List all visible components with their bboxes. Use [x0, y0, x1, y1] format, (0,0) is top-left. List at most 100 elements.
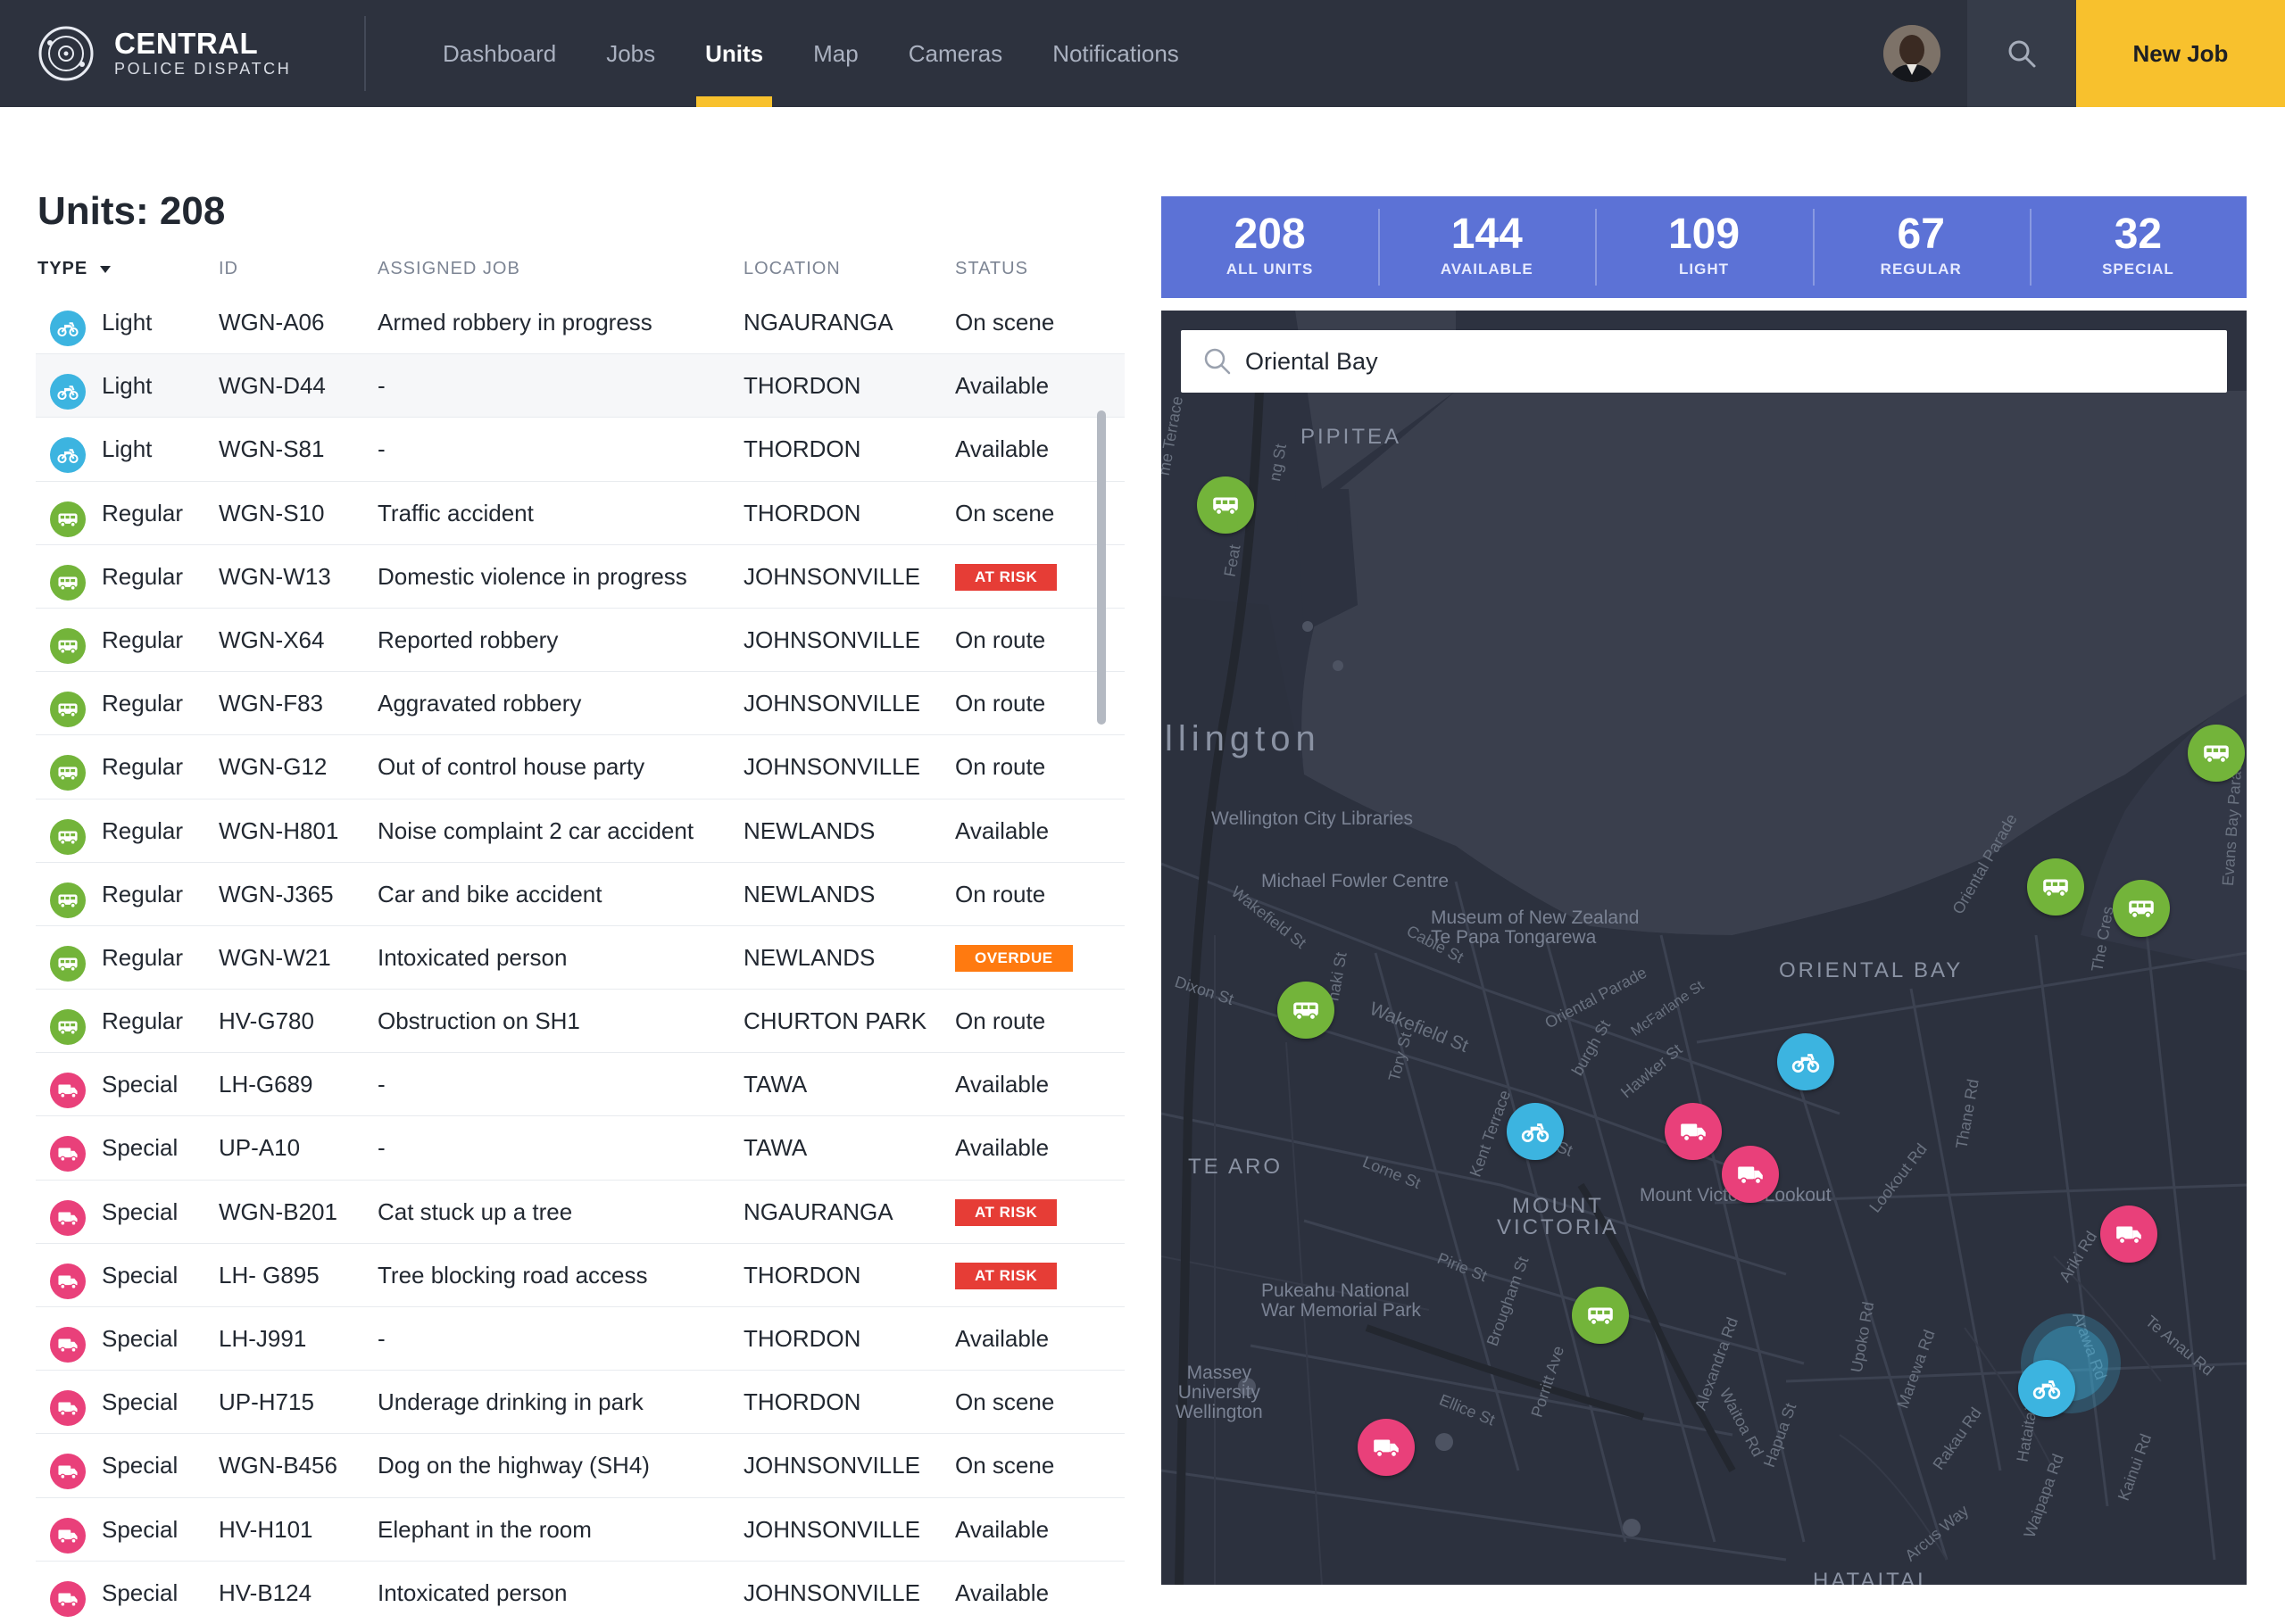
nav-notifications[interactable]: Notifications	[1027, 0, 1204, 107]
table-row[interactable]: Regular WGN-J365 Car and bike accident NEWL…	[36, 863, 1125, 926]
van-icon	[1291, 995, 1321, 1025]
map-search-input[interactable]	[1245, 347, 2138, 376]
cell-location: JOHNSONVILLE	[744, 1452, 920, 1479]
van-icon	[1210, 490, 1241, 520]
map-unit-pin-regular[interactable]	[1197, 476, 1254, 534]
table-row[interactable]: Light WGN-D44 - THORDON Available	[36, 354, 1125, 418]
table-row[interactable]: Light WGN-S81 - THORDON Available	[36, 418, 1125, 482]
cell-type: Light	[102, 309, 153, 336]
cell-id: LH-J991	[219, 1325, 307, 1352]
map-unit-pin-special[interactable]	[1722, 1146, 1779, 1203]
column-header-status[interactable]: STATUS	[955, 259, 1028, 279]
units-map[interactable]: PIPITEA llington TE ARO ORIENTAL BAY MOU…	[1161, 311, 2247, 1585]
dispatch-logo-icon[interactable]	[37, 25, 95, 82]
table-row[interactable]: Regular WGN-F83 Aggravated robbery JOHNSONV…	[36, 672, 1125, 736]
motorbike-icon	[50, 311, 86, 346]
column-header-assigned-job[interactable]: ASSIGNED JOB	[378, 259, 520, 279]
van-icon	[50, 564, 86, 601]
table-row[interactable]: Special UP-H715 Underage drinking in park T…	[36, 1371, 1125, 1435]
table-row[interactable]: Regular WGN-G12 Out of control house party…	[36, 735, 1125, 800]
van-icon	[50, 945, 86, 982]
units-table: Light WGN-A06 Armed robbery in progress NGA…	[36, 291, 1125, 1624]
nav-map[interactable]: Map	[788, 0, 884, 107]
cell-id: WGN-S10	[219, 499, 325, 526]
nav-units[interactable]: Units	[680, 0, 788, 107]
cell-assigned-job: Intoxicated person	[378, 1578, 568, 1606]
cell-type: Regular	[102, 1007, 184, 1035]
map-unit-pin-special[interactable]	[1358, 1419, 1415, 1476]
map-unit-pin-special[interactable]	[1665, 1103, 1722, 1160]
cell-status: On route	[955, 880, 1046, 907]
map-unit-pin-regular[interactable]	[2188, 725, 2245, 782]
table-row[interactable]: Regular WGN-W13 Domestic violence in progr…	[36, 545, 1125, 609]
stat-available[interactable]: 144 AVAILABLE	[1378, 196, 1595, 298]
table-row[interactable]: Special UP-A10 - TAWA Available	[36, 1116, 1125, 1181]
cell-id: WGN-X64	[219, 626, 325, 653]
new-job-button[interactable]: New Job	[2076, 0, 2285, 107]
cell-status: On route	[955, 690, 1046, 717]
cell-status: Available	[955, 372, 1050, 400]
table-row[interactable]: Regular WGN-X64 Reported robbery JOHNSONVIL…	[36, 609, 1125, 673]
map-unit-pin-regular[interactable]	[2113, 880, 2170, 937]
table-row[interactable]: Regular WGN-H801 Noise complaint 2 car acc…	[36, 800, 1125, 863]
cell-type: Special	[102, 1388, 179, 1416]
van-icon	[50, 627, 86, 664]
table-row[interactable]: Special HV-H101 Elephant in the room JOHNSO…	[36, 1498, 1125, 1562]
truck-icon	[50, 1580, 86, 1617]
stat-special[interactable]: 32 SPECIAL	[2029, 196, 2247, 298]
map-search-box[interactable]	[1181, 330, 2227, 393]
table-row[interactable]: Special LH- G895 Tree blocking road access…	[36, 1244, 1125, 1307]
truck-icon	[50, 1327, 86, 1363]
map-unit-pin-regular[interactable]	[2027, 858, 2084, 916]
truck-icon	[1371, 1432, 1401, 1462]
column-header-id[interactable]: ID	[219, 259, 238, 279]
stat-all-units[interactable]: 208 ALL UNITS	[1161, 196, 1378, 298]
column-header-type[interactable]: TYPE	[37, 259, 112, 279]
brand-subtitle: POLICE DISPATCH	[114, 60, 292, 78]
map-label-hataitai: HATAITAI	[1813, 1569, 1926, 1585]
column-header-location[interactable]: LOCATION	[744, 259, 841, 279]
map-unit-pin-light[interactable]	[1777, 1033, 1834, 1090]
cell-status: Available	[955, 435, 1050, 463]
cell-location: NEWLANDS	[744, 943, 876, 971]
table-row[interactable]: Special HV-B124 Intoxicated person JOHNSONV…	[36, 1562, 1125, 1624]
table-row[interactable]: Special WGN-B456 Dog on the highway (SH4) J…	[36, 1434, 1125, 1498]
map-label-mount-victoria: MOUNT VICTORIA	[1497, 1194, 1619, 1239]
cell-location: JOHNSONVILLE	[744, 562, 920, 590]
cell-id: LH-G689	[219, 1071, 313, 1098]
nav-dashboard[interactable]: Dashboard	[418, 0, 581, 107]
truck-icon	[50, 1073, 86, 1109]
stat-regular[interactable]: 67 REGULAR	[1812, 196, 2030, 298]
map-unit-pin-regular[interactable]	[1277, 982, 1334, 1039]
cell-assigned-job: -	[378, 1325, 386, 1352]
stat-label: REGULAR	[1880, 261, 1962, 278]
topbar-divider	[364, 16, 366, 91]
table-row[interactable]: Regular WGN-W21 Intoxicated person NEWLANDS…	[36, 926, 1125, 990]
cell-location: THORDON	[744, 499, 861, 526]
stat-light[interactable]: 109 LIGHT	[1595, 196, 1812, 298]
map-poi-museum: Museum of New Zealand Te Papa Tongarewa	[1431, 907, 1640, 948]
cell-id: WGN-F83	[219, 690, 323, 717]
table-row[interactable]: Special WGN-B201 Cat stuck up a tree NGAURA…	[36, 1181, 1125, 1244]
cell-type: Regular	[102, 880, 184, 907]
cell-assigned-job: Armed robbery in progress	[378, 309, 652, 336]
table-row[interactable]: Light WGN-A06 Armed robbery in progress NGA…	[36, 291, 1125, 355]
cell-assigned-job: -	[378, 372, 386, 400]
map-label-pipitea: PIPITEA	[1300, 425, 1402, 449]
table-scrollbar[interactable]	[1097, 410, 1106, 725]
map-unit-pin-special[interactable]	[2100, 1206, 2157, 1263]
table-row[interactable]: Regular HV-G780 Obstruction on SH1 CHURTON …	[36, 990, 1125, 1054]
table-row[interactable]: Regular WGN-S10 Traffic accident THORDON On …	[36, 482, 1125, 545]
table-row[interactable]: Special LH-J991 - THORDON Available	[36, 1307, 1125, 1371]
map-unit-pin-light[interactable]	[1507, 1103, 1564, 1160]
cell-location: CHURTON PARK	[744, 1007, 927, 1035]
map-unit-pin-light[interactable]	[2018, 1360, 2075, 1417]
map-unit-pin-regular[interactable]	[1572, 1287, 1629, 1344]
table-row[interactable]: Special LH-G689 - TAWA Available	[36, 1053, 1125, 1117]
cell-location: JOHNSONVILLE	[744, 753, 920, 781]
search-icon	[1204, 348, 1231, 375]
user-avatar[interactable]	[1883, 25, 1940, 82]
search-button[interactable]	[1967, 0, 2076, 107]
nav-jobs[interactable]: Jobs	[581, 0, 680, 107]
nav-cameras[interactable]: Cameras	[884, 0, 1027, 107]
